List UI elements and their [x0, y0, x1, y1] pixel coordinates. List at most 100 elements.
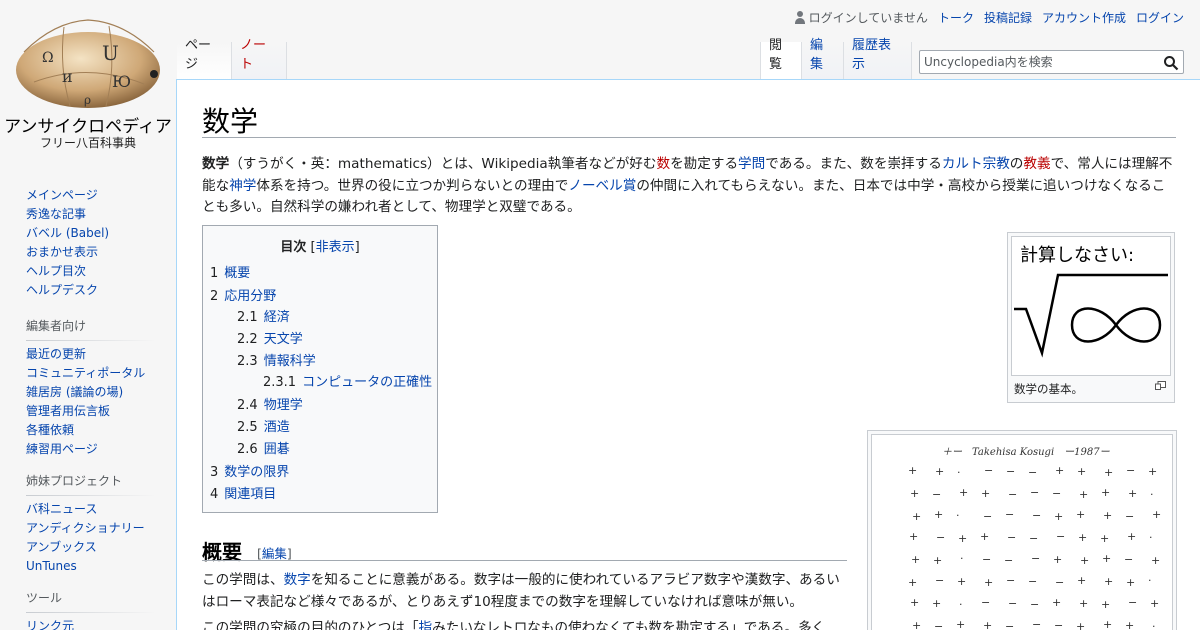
score-mark: ·: [957, 466, 961, 479]
intro-link-religion[interactable]: 宗教: [983, 156, 1010, 172]
score-mark: −: [1007, 531, 1016, 544]
score-mark: +: [908, 464, 917, 477]
intro-link-number[interactable]: 数: [656, 156, 670, 172]
toc-bracket: ]: [354, 240, 360, 255]
toc-item-2[interactable]: 2 応用分野: [210, 285, 276, 304]
sidebar-item-books[interactable]: アンブックス: [26, 540, 97, 554]
intro-link-nobel[interactable]: ノーベル賞: [568, 178, 636, 194]
score-mark: +: [1076, 508, 1085, 521]
score-mark: ·: [959, 598, 963, 611]
score-mark: +: [1128, 487, 1137, 500]
score-mark: −: [936, 531, 945, 544]
plus-minus-score-image[interactable]: ＋ー Takehisa Kosugi ー1987ー + + · − − − + + + − + + − +…: [871, 434, 1173, 630]
score-mark: +: [1076, 620, 1085, 630]
sidebar-item-admin-board[interactable]: 管理者用伝言板: [26, 404, 110, 418]
sidebar-item-sandbox[interactable]: 練習用ページ: [26, 442, 98, 456]
score-mark: +: [1080, 554, 1089, 567]
intro-link-theology[interactable]: 神学: [229, 178, 256, 194]
tab-history[interactable]: 履歴表示: [844, 38, 912, 80]
intro-text: 体系を持つ。世界の役に立つか判らないとの理由で: [256, 177, 569, 194]
score-mark: +: [1055, 464, 1064, 477]
toc-item-4[interactable]: 4 関連項目: [210, 483, 276, 502]
toc-item-2-6[interactable]: 2.6 囲碁: [237, 438, 290, 457]
score-mark: +: [981, 487, 990, 500]
toc-item-2-4[interactable]: 2.4 物理学: [237, 394, 303, 413]
score-mark: −: [982, 553, 991, 566]
link-finger[interactable]: 指: [419, 620, 433, 630]
score-mark: +: [1100, 532, 1109, 545]
sidebar-sister-heading: 姉妹プロジェクト: [26, 474, 123, 488]
search-input[interactable]: [920, 51, 1158, 73]
puzzle-globe-logo-icon: U Ю и Ω ρ: [16, 19, 160, 108]
score-mark: ·: [1150, 488, 1154, 501]
toc-item-2-2[interactable]: 2.2 天文学: [237, 328, 303, 347]
score-mark: −: [1028, 575, 1037, 588]
sidebar-divider: [26, 340, 156, 341]
tab-edit[interactable]: 編集: [802, 38, 844, 80]
intro-link-doctrine[interactable]: 教義: [1023, 156, 1050, 172]
create-account-link[interactable]: アカウント作成: [1042, 9, 1126, 26]
infinity-sqrt-image[interactable]: 計算しなさい:: [1011, 236, 1171, 376]
login-link[interactable]: ログイン: [1136, 9, 1184, 26]
score-mark: −: [1008, 597, 1017, 610]
score-mark: +: [1148, 465, 1157, 478]
sidebar-item-community-portal[interactable]: コミュニティポータル: [26, 366, 145, 380]
intro-link-study[interactable]: 学問: [738, 156, 765, 172]
section-edit-link[interactable]: 編集: [262, 546, 287, 561]
site-logo[interactable]: U Ю и Ω ρ アンサイクロペディア フリー八百科事典: [0, 0, 176, 160]
toc-item-2-3[interactable]: 2.3 情報科学: [237, 350, 316, 369]
sidebar-editors: 編集者向け 最近の更新 コミュニティポータル 雑居房 (議論の場) 管理者用伝言…: [26, 317, 156, 459]
score-mark: +: [1150, 597, 1159, 610]
tab-read[interactable]: 閲覧: [760, 38, 802, 80]
sidebar-item-untunes[interactable]: UnTunes: [26, 559, 77, 573]
magnify-icon[interactable]: [1155, 381, 1166, 390]
intro-link-cult[interactable]: カルト: [942, 156, 983, 172]
score-mark: −: [1005, 508, 1014, 521]
score-mark: −: [1029, 532, 1038, 545]
link-numerals[interactable]: 数字: [284, 572, 311, 588]
score-mark: +: [1053, 553, 1062, 566]
toc-item-2-1[interactable]: 2.1 経済: [237, 306, 290, 325]
sidebar-item-help[interactable]: ヘルプ目次: [26, 264, 86, 278]
contributions-link[interactable]: 投稿記録: [984, 9, 1032, 26]
search-icon[interactable]: [1163, 55, 1179, 71]
content-area: 数学 数学（すうがく・英：mathematics）とは、Wikipedia執筆者…: [176, 79, 1200, 630]
score-mark: +: [959, 486, 968, 499]
toc-hide-link[interactable]: 非表示: [316, 240, 355, 255]
sidebar-item-news[interactable]: バ科ニュース: [26, 502, 97, 516]
image-text: 計算しなさい:: [1020, 245, 1134, 266]
sidebar-item-featured[interactable]: 秀逸な記事: [26, 207, 86, 221]
svg-text:ρ: ρ: [84, 93, 91, 107]
thumbnail-score: ＋ー Takehisa Kosugi ー1987ー + + · − − − + + + − + + − +…: [867, 430, 1177, 630]
sidebar-item-requests[interactable]: 各種依頼: [26, 423, 74, 437]
login-status: ログインしていません: [794, 9, 928, 26]
sidebar-item-village-pump[interactable]: 雑居房 (議論の場): [26, 385, 123, 399]
tab-note[interactable]: ノート: [232, 38, 287, 80]
score-mark: +: [934, 508, 943, 521]
section-divider: [202, 560, 847, 561]
toc-item-2-3-1[interactable]: 2.3.1 コンピュータの正確性: [263, 371, 432, 390]
sidebar-item-helpdesk[interactable]: ヘルプデスク: [26, 283, 98, 297]
score-mark: +: [1127, 530, 1136, 543]
sidebar-item-whatlinkshere[interactable]: リンク元: [26, 619, 74, 630]
intro-text: を勘定する: [670, 156, 739, 172]
sqrt-infinity-drawing: 計算しなさい:: [1014, 245, 1168, 358]
sidebar-item-main-page[interactable]: メインページ: [26, 188, 98, 202]
score-mark: +: [957, 575, 966, 588]
score-mark: +: [1077, 465, 1086, 478]
score-mark: +: [1101, 598, 1110, 611]
talk-link[interactable]: トーク: [938, 9, 974, 26]
toc-item-1[interactable]: 1 概要: [210, 262, 250, 281]
toc-item-3[interactable]: 3 数学の限界: [210, 461, 289, 480]
sidebar-tools-heading: ツール: [26, 591, 63, 605]
sidebar-item-dictionary[interactable]: アンディクショナリー: [26, 521, 145, 535]
sidebar-navigation: メインページ 秀逸な記事 バベル (Babel) おまかせ表示 ヘルプ目次 ヘル…: [26, 186, 109, 300]
sidebar-item-random[interactable]: おまかせ表示: [26, 245, 98, 259]
sidebar-item-babel[interactable]: バベル (Babel): [26, 226, 109, 240]
personal-tools: ログインしていません トーク 投稿記録 アカウント作成 ログイン: [794, 9, 1184, 26]
score-mark: +: [1102, 552, 1111, 565]
tab-page[interactable]: ページ: [177, 38, 232, 80]
sidebar-item-recent-changes[interactable]: 最近の更新: [26, 347, 86, 361]
sidebar-main-list: メインページ 秀逸な記事 バベル (Babel) おまかせ表示 ヘルプ目次 ヘル…: [26, 186, 109, 300]
toc-item-2-5[interactable]: 2.5 酒造: [237, 416, 290, 435]
